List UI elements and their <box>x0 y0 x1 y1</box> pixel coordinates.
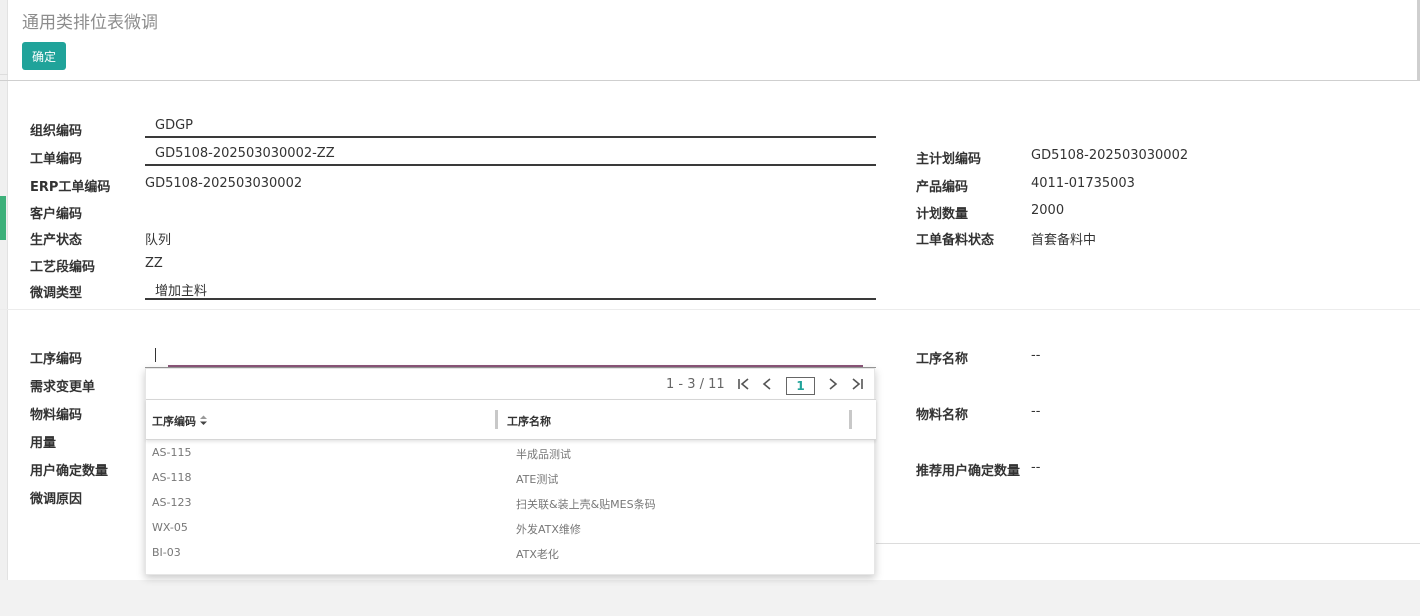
segment-code-value: ZZ <box>145 256 163 271</box>
op-code-label: 工序编码 <box>30 352 83 367</box>
adjust-type-value: 增加主料 <box>155 284 208 299</box>
op-name-cell: ATE测试 <box>516 473 559 486</box>
user-qty-label: 用户确定数量 <box>30 464 109 479</box>
page-number-input[interactable]: 1 <box>786 377 815 395</box>
op-name-cell: 扫关联&装上壳&贴MES条码 <box>516 498 656 511</box>
change-order-label: 需求变更单 <box>30 380 96 395</box>
header-divider <box>0 80 1420 81</box>
adjust-type-label: 微调类型 <box>30 286 83 301</box>
customer-code-label: 客户编码 <box>30 207 83 222</box>
erp-wo-code-value: GD5108-202503030002 <box>145 176 303 191</box>
section-divider <box>0 309 1420 310</box>
column-resize-handle[interactable] <box>849 410 852 429</box>
master-plan-code-value: GD5108-202503030002 <box>1031 148 1189 163</box>
list-item[interactable]: AS-118 ATE测试 <box>146 466 876 491</box>
prev-page-icon[interactable] <box>759 374 777 394</box>
op-code-input[interactable] <box>145 344 876 368</box>
page-title: 通用类排位表微调 <box>22 13 158 33</box>
confirm-button[interactable]: 确定 <box>22 42 66 70</box>
op-code-cell: BI-03 <box>152 546 181 559</box>
wo-code-label: 工单编码 <box>30 152 83 167</box>
op-code-dropdown: 1 - 3 / 11 1 工序编码 工序名称 AS-115 半成品测试 AS-1… <box>145 368 876 575</box>
column-resize-handle[interactable] <box>495 410 498 429</box>
first-page-icon[interactable] <box>735 374 753 394</box>
adjust-type-field[interactable]: 增加主料 <box>145 278 876 300</box>
dropdown-pager: 1 - 3 / 11 1 <box>146 369 876 399</box>
page: 通用类排位表微调 确定 组织编码 GDGP 工单编码 GD5108-202503… <box>0 0 1420 580</box>
op-name-cell: 半成品测试 <box>516 448 571 461</box>
op-name-cell: 外发ATX维修 <box>516 523 581 536</box>
input-focus-underline <box>168 365 863 367</box>
reason-label: 微调原因 <box>30 492 83 507</box>
sort-icon[interactable] <box>199 415 208 426</box>
op-name-value: -- <box>1031 348 1041 363</box>
prod-status-value: 队列 <box>145 233 172 248</box>
op-name-cell: ATX老化 <box>516 548 559 561</box>
rec-user-qty-label: 推荐用户确定数量 <box>916 464 1021 479</box>
segment-code-label: 工艺段编码 <box>30 260 96 275</box>
org-code-value: GDGP <box>155 118 193 133</box>
org-code-label: 组织编码 <box>30 124 83 139</box>
column-header-op-name[interactable]: 工序名称 <box>507 413 551 429</box>
plan-qty-label: 计划数量 <box>916 207 969 222</box>
master-plan-code-label: 主计划编码 <box>916 152 982 167</box>
last-page-icon[interactable] <box>848 374 866 394</box>
op-name-label: 工序名称 <box>916 352 969 367</box>
text-caret <box>155 348 156 362</box>
org-code-field[interactable]: GDGP <box>145 116 876 138</box>
material-name-label: 物料名称 <box>916 408 969 423</box>
column-header-op-code[interactable]: 工序编码 <box>152 413 196 429</box>
next-page-icon[interactable] <box>823 374 841 394</box>
op-code-cell: AS-123 <box>152 496 192 509</box>
material-status-label: 工单备料状态 <box>916 233 995 248</box>
pager-range: 1 - 3 / 11 <box>666 377 725 392</box>
material-status-value: 首套备料中 <box>1031 233 1097 248</box>
wo-code-value: GD5108-202503030002-ZZ <box>155 146 335 161</box>
plan-qty-value: 2000 <box>1031 203 1065 218</box>
rec-user-qty-value: -- <box>1031 460 1041 475</box>
sidebar-divider <box>0 55 8 75</box>
usage-label: 用量 <box>30 436 57 451</box>
footer-divider <box>876 543 1420 544</box>
material-name-value: -- <box>1031 404 1041 419</box>
material-code-label: 物料编码 <box>30 408 83 423</box>
op-code-cell: AS-115 <box>152 446 192 459</box>
op-code-cell: AS-118 <box>152 471 192 484</box>
left-sidebar-edge <box>0 0 8 580</box>
list-item[interactable]: BI-03 ATX老化 <box>146 541 876 566</box>
erp-wo-code-label: ERP工单编码 <box>30 180 111 195</box>
list-item[interactable]: AS-115 半成品测试 <box>146 441 876 466</box>
list-item[interactable]: AS-123 扫关联&装上壳&贴MES条码 <box>146 491 876 516</box>
sidebar-active-indicator <box>0 196 6 240</box>
product-code-value: 4011-01735003 <box>1031 176 1135 191</box>
dropdown-table-header: 工序编码 工序名称 <box>146 399 876 440</box>
op-code-cell: WX-05 <box>152 521 188 534</box>
product-code-label: 产品编码 <box>916 180 969 195</box>
wo-code-field[interactable]: GD5108-202503030002-ZZ <box>145 144 876 166</box>
prod-status-label: 生产状态 <box>30 233 83 248</box>
list-item[interactable]: WX-05 外发ATX维修 <box>146 516 876 541</box>
